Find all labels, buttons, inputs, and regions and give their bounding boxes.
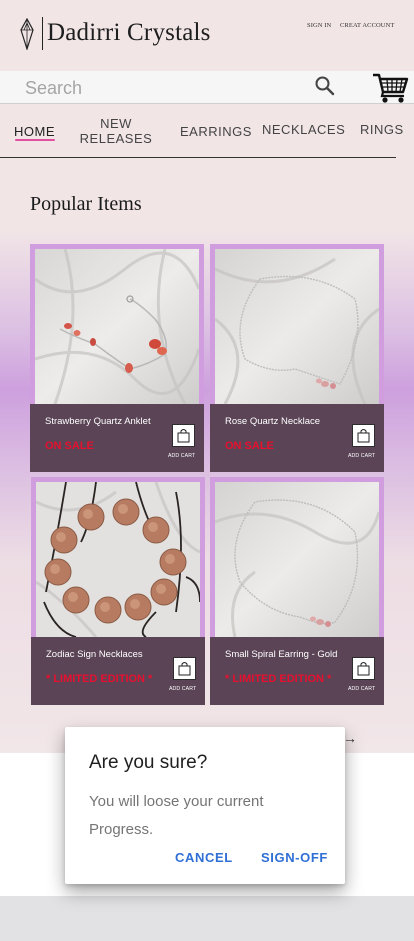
product-info: Zodiac Sign Necklaces * LIMITED EDITION …: [31, 637, 205, 705]
add-cart-label: ADD CART: [169, 686, 197, 692]
product-photo[interactable]: [35, 249, 199, 404]
product-card[interactable]: Small Spiral Earring - Gold * LIMITED ED…: [210, 477, 384, 705]
product-tag: ON SALE: [45, 440, 94, 452]
search-bar: [0, 71, 414, 104]
nav-earrings[interactable]: EARRINGS: [180, 124, 252, 139]
dialog-message: You will loose your current Progress.: [89, 793, 264, 838]
product-card[interactable]: Zodiac Sign Necklaces * LIMITED EDITION …: [31, 477, 205, 705]
shopping-bag-icon: [352, 657, 375, 680]
confirm-dialog: Are you sure? You will loose your curren…: [65, 727, 345, 884]
add-cart-button[interactable]: ADD CART: [348, 424, 376, 462]
add-cart-button[interactable]: ADD CART: [168, 424, 196, 462]
product-name[interactable]: Small Spiral Earring - Gold: [225, 649, 337, 660]
add-cart-label: ADD CART: [348, 686, 376, 692]
product-photo[interactable]: [215, 249, 379, 404]
sign-off-button[interactable]: SIGN-OFF: [261, 850, 328, 865]
shopping-bag-icon: [172, 424, 195, 447]
add-cart-button[interactable]: ADD CART: [169, 657, 197, 695]
product-card[interactable]: Rose Quartz Necklace ON SALE ADD CART: [210, 244, 384, 472]
nav-home[interactable]: HOME: [14, 124, 55, 139]
product-card[interactable]: Strawberry Quartz Anklet ON SALE ADD CAR…: [30, 244, 204, 472]
product-info: Rose Quartz Necklace ON SALE ADD CART: [210, 404, 384, 472]
add-cart-label: ADD CART: [168, 453, 196, 459]
product-name[interactable]: Rose Quartz Necklace: [225, 416, 320, 427]
add-cart-button[interactable]: ADD CART: [348, 657, 376, 695]
logo-divider: [42, 17, 43, 50]
product-info: Small Spiral Earring - Gold * LIMITED ED…: [210, 637, 384, 705]
cart-icon[interactable]: [372, 71, 410, 104]
product-info: Strawberry Quartz Anklet ON SALE ADD CAR…: [30, 404, 204, 472]
nav-rings[interactable]: RINGS: [360, 122, 404, 137]
arrow-right-icon[interactable]: →: [343, 730, 357, 746]
nav-divider: [0, 157, 396, 158]
product-name[interactable]: Zodiac Sign Necklaces: [46, 649, 143, 660]
search-icon[interactable]: [314, 75, 336, 97]
sign-in-link[interactable]: SIGN IN: [307, 22, 331, 29]
product-photo[interactable]: [215, 482, 379, 637]
brand-name[interactable]: Dadirri Crystals: [47, 19, 211, 47]
product-photo[interactable]: [36, 482, 200, 637]
nav-new-releases[interactable]: NEW RELEASES: [76, 116, 156, 146]
nav-active-indicator: [15, 139, 55, 141]
dialog-title: Are you sure?: [89, 752, 208, 773]
section-title: Popular Items: [30, 193, 142, 215]
product-tag: * LIMITED EDITION *: [46, 673, 153, 685]
shopping-bag-icon: [352, 424, 375, 447]
shopping-bag-icon: [173, 657, 196, 680]
product-tag: ON SALE: [225, 440, 274, 452]
search-input[interactable]: [0, 71, 360, 104]
crystal-logo-icon: [20, 18, 34, 50]
cancel-button[interactable]: CANCEL: [175, 850, 233, 865]
product-tag: * LIMITED EDITION *: [225, 673, 332, 685]
create-account-link[interactable]: CREAT ACCOUNT: [340, 22, 394, 29]
add-cart-label: ADD CART: [348, 453, 376, 459]
nav-necklaces[interactable]: NECKLACES: [262, 122, 345, 137]
product-name[interactable]: Strawberry Quartz Anklet: [45, 416, 151, 427]
